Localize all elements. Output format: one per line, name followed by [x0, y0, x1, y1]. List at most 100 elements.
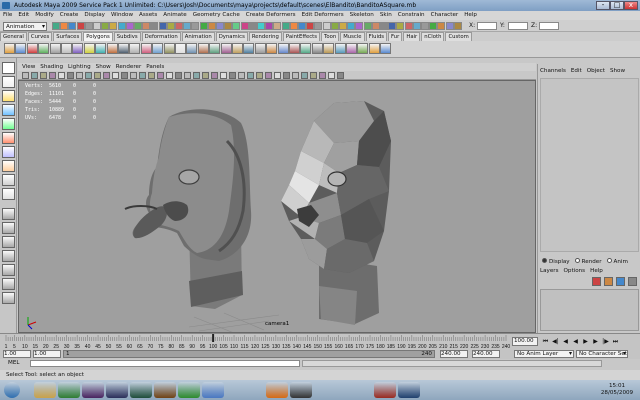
- taskbar-photoshop-icon[interactable]: [398, 382, 420, 398]
- menu-animate[interactable]: Animate: [163, 12, 186, 18]
- status-tool-icon[interactable]: [388, 22, 397, 30]
- panel-tool-icon[interactable]: [121, 72, 128, 79]
- show-manip-icon[interactable]: [2, 174, 15, 186]
- status-tool-icon[interactable]: [76, 22, 85, 30]
- taskbar-media-player-icon[interactable]: [58, 382, 80, 398]
- channel-menu-object[interactable]: Object: [587, 68, 605, 74]
- shelf-tool-icon[interactable]: [15, 43, 27, 54]
- panel-tool-icon[interactable]: [130, 72, 137, 79]
- status-tool-icon[interactable]: [298, 22, 306, 30]
- shelf-tool-icon[interactable]: [346, 43, 357, 54]
- panel-tool-icon[interactable]: [67, 72, 74, 79]
- status-tool-icon[interactable]: [330, 22, 339, 30]
- shelf-tool-icon[interactable]: [129, 43, 141, 54]
- panel-menu-lighting[interactable]: Lighting: [68, 64, 91, 70]
- panel-menu-show[interactable]: Show: [96, 64, 111, 70]
- status-tool-icon[interactable]: [224, 22, 233, 30]
- smooth-head-model[interactable]: [124, 109, 252, 309]
- status-tool-icon[interactable]: [404, 22, 413, 30]
- panel-tool-icon[interactable]: [193, 72, 200, 79]
- panel-tool-icon[interactable]: [301, 72, 308, 79]
- channel-menu-show[interactable]: Show: [610, 68, 625, 74]
- taskbar-firefox-icon[interactable]: [266, 382, 288, 398]
- status-tool-icon[interactable]: [68, 22, 77, 30]
- status-tool-icon[interactable]: [150, 22, 159, 30]
- layout-preset-icon[interactable]: [2, 264, 15, 276]
- menu-create[interactable]: Create: [60, 12, 79, 18]
- shelf-tool-icon[interactable]: [72, 43, 84, 54]
- status-tool-icon[interactable]: [380, 22, 388, 30]
- status-tool-icon[interactable]: [289, 22, 298, 30]
- shelf-tool-icon[interactable]: [95, 43, 107, 54]
- panel-menu-renderer[interactable]: Renderer: [116, 64, 142, 70]
- layer-menu-layers[interactable]: Layers: [540, 268, 559, 274]
- taskbar-media-icon[interactable]: [290, 382, 312, 398]
- shelf-tool-icon[interactable]: [61, 43, 72, 54]
- panel-tool-icon[interactable]: [94, 72, 101, 79]
- status-tool-icon[interactable]: [199, 22, 208, 30]
- menu-help[interactable]: Help: [464, 12, 477, 18]
- panel-tool-icon[interactable]: [292, 72, 299, 79]
- panel-tool-icon[interactable]: [139, 72, 146, 79]
- shelf-tab-animation[interactable]: Animation: [181, 32, 215, 41]
- shelf-tab-toon[interactable]: Toon: [321, 32, 340, 41]
- shelf-tab-painteffects[interactable]: PaintEffects: [282, 32, 321, 41]
- menu-modify[interactable]: Modify: [35, 12, 54, 18]
- minimize-button[interactable]: -: [596, 1, 610, 10]
- taskbar-maya-icon[interactable]: [374, 382, 396, 398]
- shelf-tool-icon[interactable]: [83, 43, 95, 54]
- go-to-start-icon[interactable]: ⏮: [541, 337, 550, 346]
- shelf-tool-icon[interactable]: [289, 43, 300, 54]
- status-tool-icon[interactable]: [232, 22, 241, 30]
- panel-tool-icon[interactable]: [22, 72, 29, 79]
- shelf-tool-icon[interactable]: [106, 43, 118, 54]
- range-start-field-2[interactable]: 1.00: [33, 350, 61, 358]
- maximize-button[interactable]: □: [610, 1, 624, 10]
- status-tool-icon[interactable]: [101, 22, 110, 30]
- range-start-field[interactable]: 1.00: [3, 350, 31, 358]
- layout-preset-icon[interactable]: [2, 250, 15, 262]
- status-tool-icon[interactable]: [314, 22, 323, 30]
- status-tool-icon[interactable]: [347, 22, 356, 30]
- shelf-tab-custom[interactable]: Custom: [445, 32, 472, 41]
- shelf-tab-surfaces[interactable]: Surfaces: [53, 32, 83, 41]
- anim-end-field[interactable]: 240.00: [440, 350, 468, 358]
- panel-tool-icon[interactable]: [148, 72, 155, 79]
- layer-tool-icon[interactable]: [592, 277, 601, 286]
- shelf-tab-deformation[interactable]: Deformation: [141, 32, 181, 41]
- status-tool-icon[interactable]: [429, 22, 438, 30]
- shelf-tool-icon[interactable]: [26, 43, 38, 54]
- last-tool-icon[interactable]: [2, 188, 15, 200]
- mel-input[interactable]: [30, 360, 300, 367]
- panel-tool-icon[interactable]: [76, 72, 83, 79]
- status-tool-icon[interactable]: [52, 22, 60, 30]
- shelf-tool-icon[interactable]: [311, 43, 323, 54]
- layer-tool-icon[interactable]: [628, 277, 637, 286]
- status-tool-icon[interactable]: [306, 22, 315, 30]
- status-tool-icon[interactable]: [322, 22, 331, 30]
- panel-tool-icon[interactable]: [49, 72, 56, 79]
- select-tool-icon[interactable]: [2, 62, 15, 74]
- shelf-tool-icon[interactable]: [140, 43, 152, 54]
- status-tool-icon[interactable]: [248, 22, 257, 30]
- menu-file[interactable]: File: [3, 12, 12, 18]
- shelf-tool-icon[interactable]: [175, 43, 186, 54]
- layer-mode-radio[interactable]: [574, 258, 580, 263]
- taskbar-bridge-icon[interactable]: [154, 382, 176, 398]
- menu-window[interactable]: Window: [111, 12, 133, 18]
- panel-menu-shading[interactable]: Shading: [40, 64, 63, 70]
- status-tool-icon[interactable]: [421, 22, 429, 30]
- shelf-tool-icon[interactable]: [368, 43, 380, 54]
- shelf-tab-dynamics[interactable]: Dynamics: [215, 32, 248, 41]
- menu-display[interactable]: Display: [84, 12, 105, 18]
- layer-tool-icon[interactable]: [616, 277, 625, 286]
- menu-edit-deformers[interactable]: Edit Deformers: [302, 12, 344, 18]
- panel-tool-icon[interactable]: [40, 72, 47, 79]
- status-tool-icon[interactable]: [412, 22, 421, 30]
- shelf-tool-icon[interactable]: [254, 43, 266, 54]
- status-tool-icon[interactable]: [371, 22, 380, 30]
- perspective-viewport[interactable]: Verts: 5610 0 0 Edges: 11101 0 0 Faces: 5444 0 0 Tri…: [18, 80, 536, 333]
- step-forward-frame-icon[interactable]: ▶: [591, 337, 600, 346]
- shelf-tool-icon[interactable]: [300, 43, 312, 54]
- shelf-tool-icon[interactable]: [38, 43, 50, 54]
